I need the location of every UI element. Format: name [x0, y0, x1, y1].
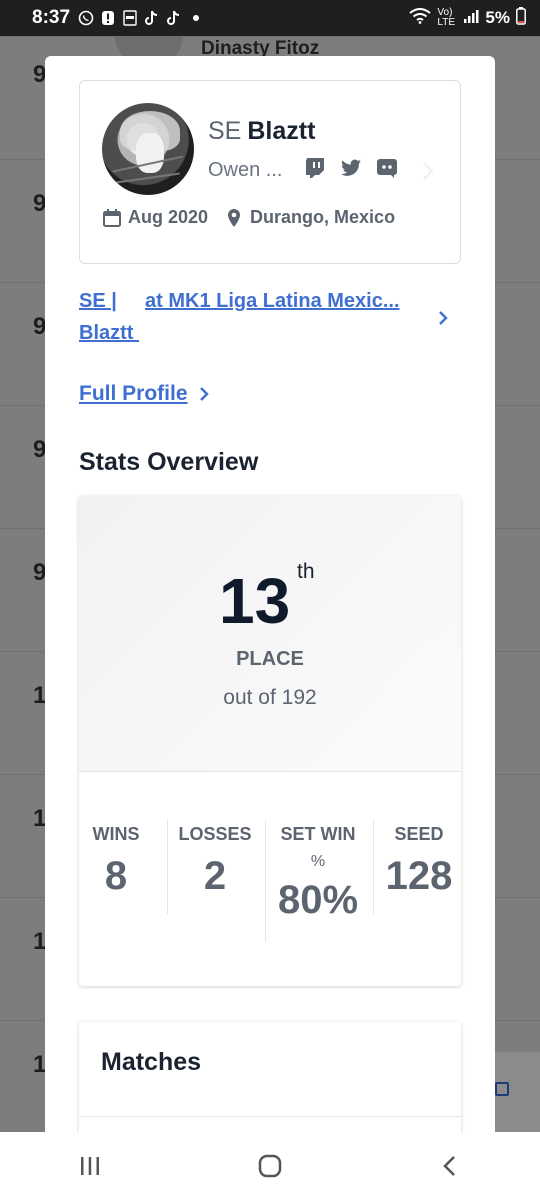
- player-profile-sheet: SE Blaztt Owen ... Aug 2020 Durango, Mex…: [45, 56, 495, 1132]
- event-link[interactable]: SE | Blaztt at MK1 Liga Latina Mexic...: [79, 286, 459, 350]
- stat-label-unit: %: [310, 853, 326, 870]
- status-right: Vo) LTE 5%: [409, 7, 526, 29]
- discord-icon[interactable]: [376, 157, 398, 179]
- stat-label: WINS: [92, 824, 140, 844]
- event-player-gamer-tag: Blaztt: [79, 322, 139, 344]
- stat-label: LOSSES: [178, 824, 252, 844]
- player-gamer-tag: Blaztt: [247, 117, 316, 145]
- stat-divider: [265, 820, 266, 942]
- stat-losses: LOSSES 2: [173, 820, 257, 899]
- network-label: Vo) LTE: [437, 7, 456, 28]
- joined-date: Aug 2020: [128, 207, 209, 227]
- stat-wins: WINS 8: [83, 820, 149, 899]
- player-real-name: Owen ...: [208, 159, 283, 181]
- status-time: 8:37: [32, 7, 71, 28]
- event-player-prefix: SE |: [79, 290, 117, 312]
- battery-icon: [516, 7, 526, 29]
- whatsapp-icon: [78, 10, 94, 26]
- pdf-icon: [122, 10, 138, 26]
- recent-apps-button[interactable]: [60, 1146, 120, 1186]
- navigation-bar: [0, 1132, 540, 1200]
- calendar-icon: [495, 1082, 509, 1096]
- avatar: [102, 103, 194, 195]
- chevron-right-icon: [422, 161, 434, 181]
- player-name: SE Blaztt: [208, 117, 315, 146]
- home-button[interactable]: [240, 1146, 300, 1186]
- placement-number: 13: [219, 565, 291, 637]
- stat-value: 80%: [277, 878, 359, 922]
- location: Durango, Mexico: [250, 207, 396, 227]
- notification-icons: [78, 10, 204, 26]
- calendar-icon: [102, 208, 122, 228]
- stat-divider: [167, 820, 168, 914]
- stat-set-win-percent: SET WIN % 80%: [269, 820, 367, 923]
- dot-icon: [188, 10, 204, 26]
- stat-value: 8: [104, 854, 128, 898]
- status-bar: 8:37 Vo) LTE 5%: [0, 0, 540, 36]
- stats-overview-title: Stats Overview: [79, 448, 259, 476]
- location-pin-icon: [224, 208, 244, 228]
- twitter-icon[interactable]: [340, 157, 362, 179]
- stat-label: SEED: [394, 824, 444, 844]
- matches-list: [79, 1116, 461, 1132]
- chevron-right-icon: [437, 308, 449, 328]
- battery-percent: 5%: [485, 8, 510, 27]
- profile-card[interactable]: SE Blaztt Owen ... Aug 2020 Durango, Mex…: [79, 80, 461, 264]
- chevron-right-icon: [198, 385, 210, 403]
- matches-title: Matches: [101, 1048, 202, 1076]
- stat-value: 2: [203, 854, 227, 898]
- stat-divider: [373, 820, 374, 914]
- tiktok-icon: [144, 10, 160, 26]
- stats-card: 13 th PLACE out of 192 WINS 8 LOSSES 2 S…: [79, 496, 461, 986]
- stat-value: 128: [385, 854, 453, 898]
- stat-seed: SEED 128: [379, 820, 459, 899]
- matches-card: Matches: [79, 1022, 461, 1132]
- profile-meta: Aug 2020 Durango, Mexico: [102, 207, 395, 228]
- full-profile-label: Full Profile: [79, 382, 188, 405]
- placement-out-of: out of 192: [223, 686, 317, 709]
- placement-panel: 13 th PLACE out of 192: [79, 496, 461, 772]
- event-name: at MK1 Liga Latina Mexic...: [145, 290, 400, 312]
- background-widget: [495, 1052, 540, 1132]
- placement-label: PLACE: [236, 648, 304, 670]
- tiktok-icon: [166, 10, 182, 26]
- social-links: [304, 157, 398, 179]
- placement-suffix: th: [297, 560, 315, 583]
- signal-icon: [463, 8, 479, 28]
- stat-label: SET WIN: [280, 824, 356, 844]
- back-button[interactable]: [420, 1146, 480, 1186]
- full-profile-link[interactable]: Full Profile: [79, 382, 210, 406]
- player-prefix: SE: [208, 117, 242, 145]
- twitch-icon[interactable]: [304, 157, 326, 179]
- alert-icon: [100, 10, 116, 26]
- wifi-icon: [409, 8, 432, 28]
